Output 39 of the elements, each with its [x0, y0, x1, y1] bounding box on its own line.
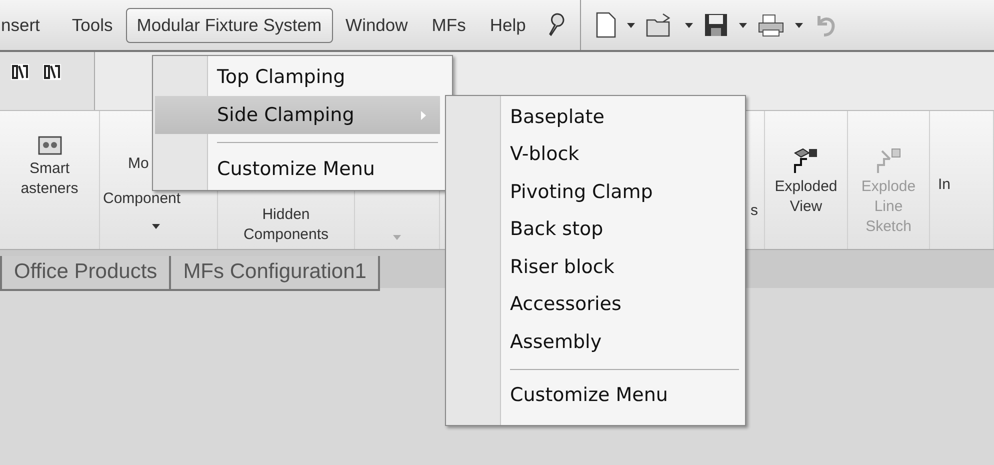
ribbon-label[interactable]: Exploded — [774, 177, 838, 197]
menu-entry[interactable]: Assembly — [448, 323, 743, 360]
save-icon[interactable] — [703, 12, 729, 38]
menu-entry[interactable]: Accessories — [448, 286, 743, 323]
menu-entry[interactable]: Baseplate — [448, 98, 743, 136]
ribbon-label[interactable]: asteners — [20, 179, 78, 199]
menu-entry[interactable]: Pivoting Clamp — [448, 173, 743, 210]
toolbar-icon[interactable] — [42, 62, 62, 82]
dropdown-arrow-icon[interactable] — [627, 22, 635, 28]
ribbon-label[interactable]: Components — [243, 225, 329, 245]
ribbon-label[interactable]: s — [750, 201, 758, 221]
ribbon-label[interactable]: Component — [103, 190, 181, 208]
dropdown-arrow-icon[interactable] — [739, 22, 747, 28]
ribbon-label[interactable]: View — [790, 197, 822, 217]
ribbon-label[interactable]: Mo — [128, 155, 149, 173]
ribbon-label[interactable]: Hidden — [262, 205, 310, 225]
menu-entry[interactable]: Customize Menu — [155, 150, 440, 188]
dropdown-arrow-icon[interactable] — [152, 224, 160, 229]
menu-item[interactable]: nsert — [0, 8, 51, 42]
ribbon-label[interactable]: In — [938, 175, 951, 195]
menu-entry[interactable]: Side Clamping — [155, 96, 440, 134]
menu-entry[interactable]: Riser block — [448, 248, 743, 286]
menu-item[interactable]: Window — [334, 8, 419, 42]
tab[interactable]: MFs Configuration1 — [169, 256, 380, 291]
menu-item[interactable]: MFs — [420, 8, 477, 42]
menu-item[interactable]: Tools — [60, 8, 124, 42]
printer-icon[interactable] — [757, 12, 785, 38]
ribbon-label[interactable]: Smart — [29, 159, 70, 179]
tab[interactable]: Office Products — [0, 256, 172, 291]
menu-entry[interactable]: Back stop — [448, 210, 743, 248]
toolbar-icon[interactable] — [10, 62, 30, 82]
menu-item[interactable]: Modular Fixture System — [126, 8, 333, 42]
menu-entry[interactable]: Top Clamping — [155, 58, 440, 96]
dropdown-arrow-icon[interactable] — [795, 22, 803, 28]
menu-item[interactable]: Help — [478, 8, 537, 42]
dropdown-arrow-icon[interactable] — [685, 22, 693, 28]
menu-entry[interactable]: Customize Menu — [448, 376, 743, 414]
new-document-icon[interactable] — [595, 12, 617, 38]
menu-entry[interactable]: V-block — [448, 136, 743, 173]
